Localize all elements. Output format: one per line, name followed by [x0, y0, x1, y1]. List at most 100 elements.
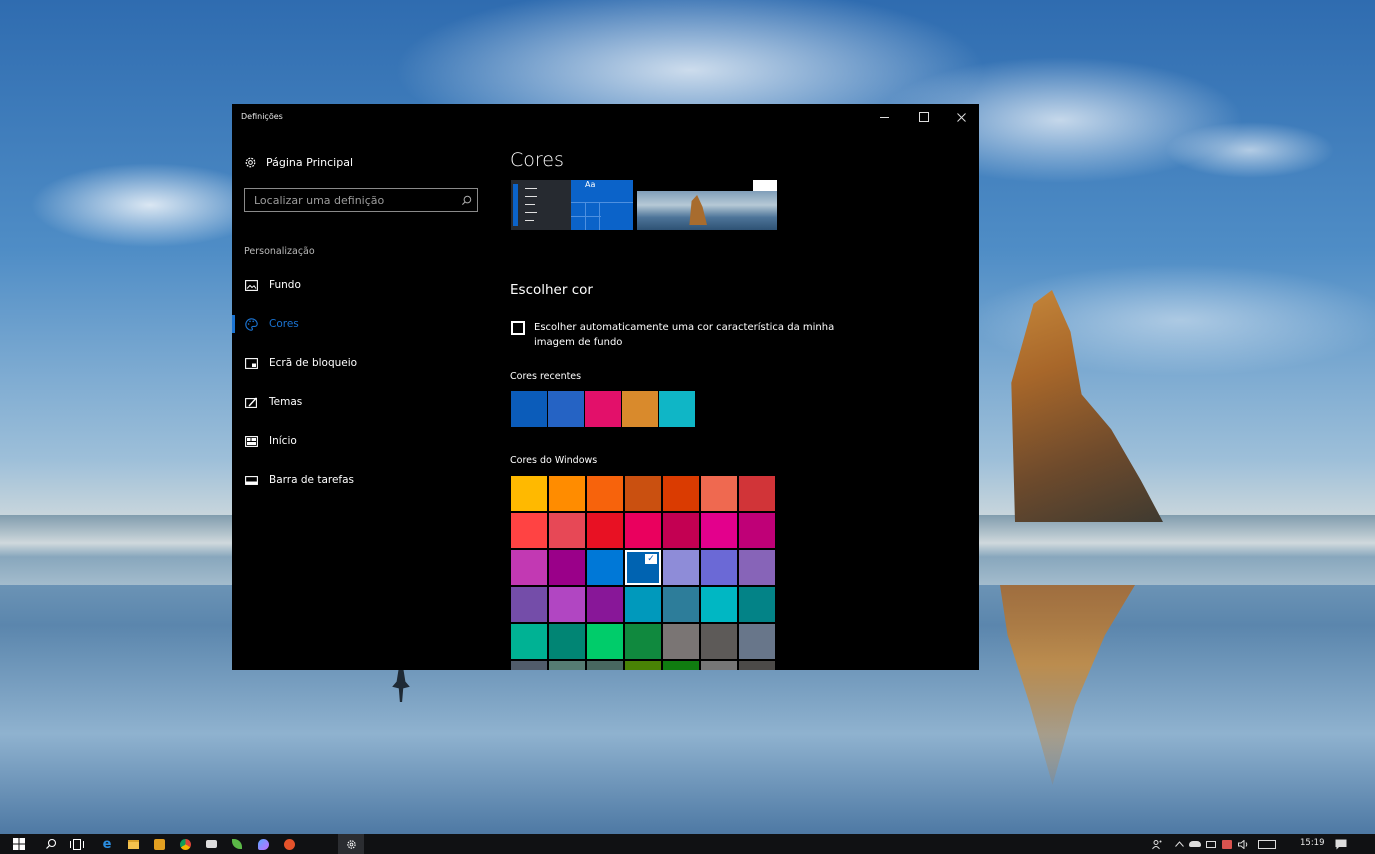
windows-color-swatch[interactable] [663, 624, 699, 659]
chevron-up-icon[interactable] [1172, 837, 1186, 851]
windows-color-swatch[interactable] [549, 624, 585, 659]
volume-icon[interactable] [1236, 837, 1250, 851]
auto-color-label[interactable]: Escolher automaticamente uma cor caracte… [534, 322, 834, 333]
windows-color-swatch[interactable] [511, 550, 547, 585]
keyboard-icon[interactable] [1256, 837, 1278, 851]
windows-color-swatch[interactable] [549, 587, 585, 622]
windows-color-swatch[interactable] [739, 476, 775, 511]
recent-color-swatch[interactable] [622, 391, 658, 427]
search-input[interactable] [245, 189, 455, 211]
windows-color-swatch[interactable] [701, 513, 737, 548]
windows-color-swatch[interactable] [663, 661, 699, 670]
preview-menu-line [525, 220, 534, 221]
title-bar[interactable]: Definições [232, 104, 979, 130]
windows-color-swatch[interactable]: ✓ [625, 550, 661, 585]
windows-color-swatch[interactable] [511, 624, 547, 659]
sidebar-item-cores[interactable]: Cores [232, 313, 482, 335]
windows-color-swatch[interactable] [511, 661, 547, 670]
windows-color-swatch[interactable] [587, 476, 623, 511]
windows-color-swatch[interactable] [549, 513, 585, 548]
windows-color-swatch[interactable] [511, 476, 547, 511]
settings-icon[interactable] [338, 834, 364, 854]
auto-color-checkbox[interactable] [511, 321, 525, 335]
windows-color-swatch[interactable] [625, 661, 661, 670]
windows-color-swatch[interactable] [587, 513, 623, 548]
sidebar-item-barra-de-tarefas[interactable]: Barra de tarefas [232, 469, 482, 491]
home-nav-item[interactable]: Página Principal [244, 154, 353, 170]
windows-color-swatch[interactable] [511, 587, 547, 622]
windows-color-swatch[interactable] [701, 661, 737, 670]
home-label: Página Principal [266, 155, 354, 169]
minimize-button[interactable] [870, 107, 898, 127]
file-explorer-icon[interactable] [126, 837, 140, 851]
close-button[interactable] [947, 107, 975, 127]
windows-color-swatch[interactable] [587, 550, 623, 585]
search-box[interactable] [244, 188, 478, 212]
windows-start-icon[interactable] [12, 837, 26, 851]
windows-color-swatch[interactable] [663, 550, 699, 585]
windows-color-swatch[interactable] [587, 624, 623, 659]
sidebar-item-label: Ecrã de bloqueio [269, 357, 358, 369]
windows-color-swatch[interactable] [701, 624, 737, 659]
windows-color-swatch[interactable] [511, 513, 547, 548]
chrome-icon[interactable] [178, 837, 192, 851]
windows-color-swatch[interactable] [663, 476, 699, 511]
windows-color-swatch[interactable] [663, 587, 699, 622]
sidebar-item-label: Início [269, 435, 297, 447]
preview-tile-text: Aa [585, 180, 596, 189]
sidebar-item-temas[interactable]: Temas [232, 391, 482, 413]
clock[interactable]: 15:19 [1300, 838, 1325, 848]
sidebar-item-label: Barra de tarefas [269, 474, 355, 486]
preview-menu-line [525, 188, 537, 189]
windows-color-swatch[interactable] [625, 587, 661, 622]
office-icon[interactable] [282, 837, 296, 851]
windows-color-swatch[interactable] [739, 624, 775, 659]
sidebar-item-inicio[interactable]: Início [232, 430, 482, 452]
windows-color-swatch[interactable] [739, 513, 775, 548]
windows-color-swatch[interactable] [739, 587, 775, 622]
onedrive-icon[interactable] [1188, 837, 1202, 851]
security-icon[interactable] [1220, 837, 1234, 851]
paint-icon[interactable] [256, 837, 270, 851]
windows-color-swatch[interactable] [625, 513, 661, 548]
action-center-icon[interactable] [1334, 837, 1348, 851]
maximize-button[interactable] [910, 107, 938, 127]
windows-color-swatch[interactable] [739, 661, 775, 670]
windows-color-swatch[interactable] [701, 476, 737, 511]
sidebar-item-ecra-de-bloqueio[interactable]: Ecrã de bloqueio [232, 352, 482, 374]
windows-color-swatch[interactable] [549, 550, 585, 585]
windows-color-swatch[interactable] [587, 587, 623, 622]
recent-color-swatch[interactable] [548, 391, 584, 427]
windows-color-swatch[interactable] [739, 550, 775, 585]
window-title: Definições [241, 112, 283, 121]
auto-color-label-continued[interactable]: imagem de fundo [534, 337, 622, 348]
network-icon[interactable] [1204, 837, 1218, 851]
search-icon[interactable] [455, 189, 477, 211]
windows-color-swatch[interactable] [549, 476, 585, 511]
recent-color-swatch[interactable] [511, 391, 547, 427]
leaf-icon[interactable] [230, 837, 244, 851]
minimize-icon [879, 116, 889, 118]
camera-icon[interactable] [204, 837, 218, 851]
maximize-icon [919, 112, 929, 122]
windows-color-swatch[interactable] [625, 624, 661, 659]
sidebar-item-fundo[interactable]: Fundo [232, 274, 482, 296]
windows-colors-grid: ✓ [511, 476, 809, 670]
store-icon[interactable] [152, 837, 166, 851]
task-view-icon[interactable] [70, 837, 84, 851]
preview-tiles: Aa [571, 180, 633, 230]
recent-color-swatch[interactable] [659, 391, 695, 427]
windows-color-swatch[interactable] [701, 550, 737, 585]
preview-window [637, 180, 753, 191]
people-icon[interactable] [1150, 837, 1164, 851]
search-icon[interactable] [44, 837, 58, 851]
windows-color-swatch[interactable] [663, 513, 699, 548]
edge-icon[interactable]: e [100, 837, 114, 852]
windows-color-swatch[interactable] [549, 661, 585, 670]
windows-color-swatch[interactable] [701, 587, 737, 622]
recent-colors [511, 391, 695, 427]
windows-color-swatch[interactable] [625, 476, 661, 511]
windows-color-swatch[interactable] [587, 661, 623, 670]
recent-color-swatch[interactable] [585, 391, 621, 427]
preview-menu-line [525, 196, 537, 197]
